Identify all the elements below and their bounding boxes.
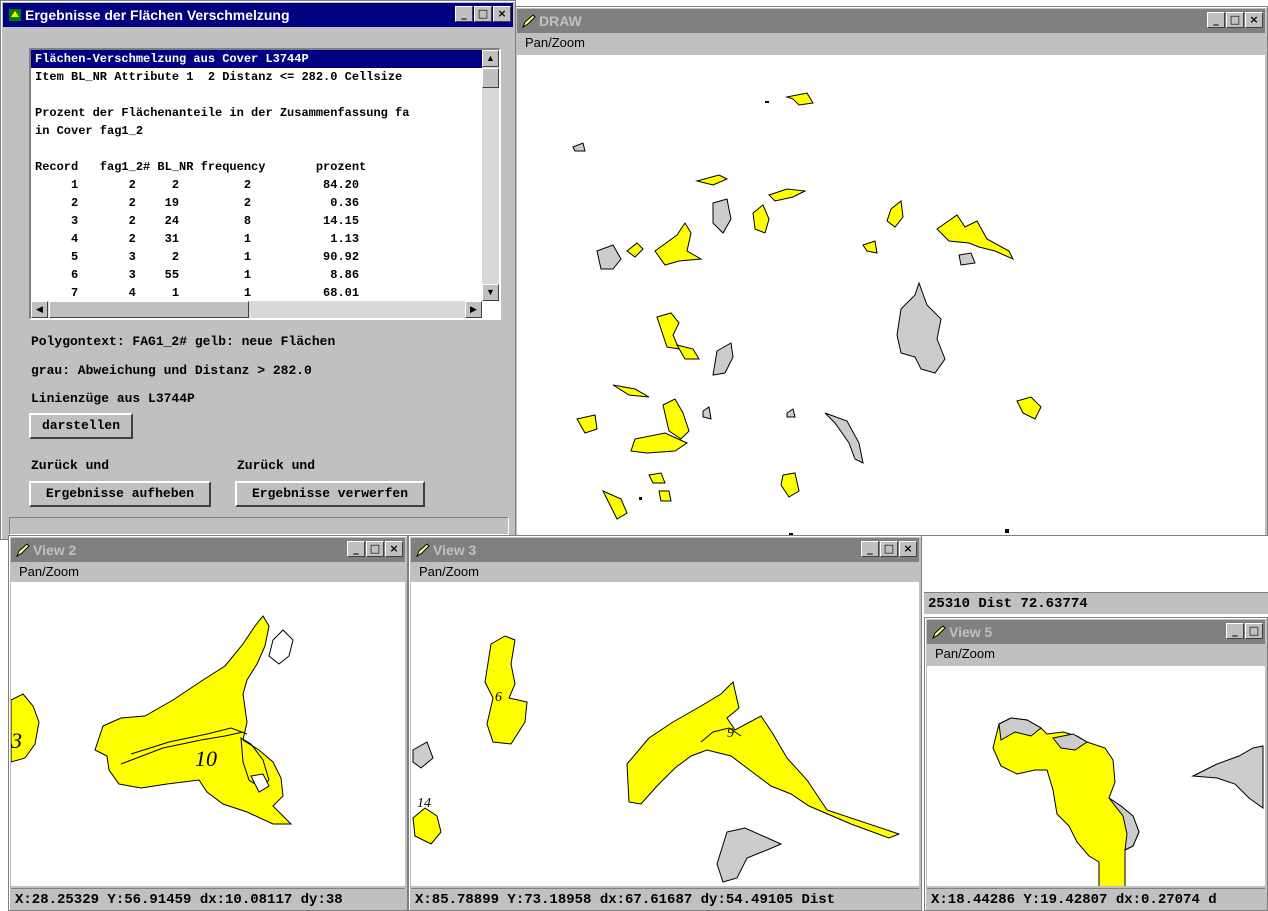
- pan-zoom-menu[interactable]: Pan/Zoom: [419, 564, 479, 579]
- view2-label-b: 10: [195, 746, 217, 771]
- draw-canvas[interactable]: [517, 55, 1265, 535]
- minimize-button[interactable]: _: [1226, 623, 1244, 639]
- view3-label-b: 9: [727, 726, 734, 741]
- view2-canvas[interactable]: 3 10: [11, 582, 405, 886]
- list-line[interactable]: Item BL_NR Attribute 1 2 Distanz <= 282.…: [31, 68, 499, 86]
- scroll-up-button[interactable]: ▲: [482, 50, 499, 67]
- minimize-button[interactable]: _: [1207, 12, 1225, 28]
- list-line[interactable]: Flächen-Verschmelzung aus Cover L3744P: [31, 50, 499, 68]
- view2-menubar: Pan/Zoom: [11, 562, 405, 582]
- view3-canvas[interactable]: 6 9 14: [411, 582, 919, 886]
- view3-statusbar: X:85.78899 Y:73.18958 dx:67.61687 dy:54.…: [411, 888, 919, 910]
- list-line[interactable]: in Cover fag1_2: [31, 122, 499, 140]
- view3-menubar: Pan/Zoom: [411, 562, 919, 582]
- maximize-button[interactable]: □: [880, 541, 898, 557]
- view3-map: [412, 635, 901, 883]
- view2-label-a: 3: [11, 728, 22, 753]
- list-lines: Flächen-Verschmelzung aus Cover L3744P It…: [31, 50, 499, 318]
- pencil-icon: [15, 543, 30, 558]
- list-line[interactable]: 6 3 55 1 8.86: [31, 266, 499, 284]
- close-button[interactable]: ×: [1245, 12, 1263, 28]
- verwerfen-button[interactable]: Ergebnisse verwerfen: [235, 481, 425, 507]
- view5-statusbar: X:18.44286 Y:19.42807 dx:0.27074 d: [927, 888, 1265, 910]
- grau-label: grau: Abweichung und Distanz > 282.0: [31, 363, 312, 378]
- pan-zoom-menu[interactable]: Pan/Zoom: [19, 564, 79, 579]
- polygontext-label: Polygontext: FAG1_2# gelb: neue Flächen: [31, 334, 336, 349]
- view3-titlebar[interactable]: View 3 _ □ ×: [411, 538, 919, 562]
- draw-titlebar[interactable]: DRAW _ □ ×: [517, 9, 1265, 33]
- zurueck-label-2: Zurück und: [237, 458, 316, 473]
- scroll-thumb[interactable]: [482, 68, 499, 88]
- aufheben-button[interactable]: Ergebnisse aufheben: [29, 481, 211, 507]
- draw-menubar: Pan/Zoom: [517, 33, 1265, 53]
- results-listbox[interactable]: Flächen-Verschmelzung aus Cover L3744P It…: [29, 48, 501, 320]
- view2-titlebar[interactable]: View 2 _ □ ×: [11, 538, 405, 562]
- list-line[interactable]: Prozent der Flächenanteile in der Zusamm…: [31, 104, 499, 122]
- results-window: Ergebnisse der Flächen Verschmelzung _ □…: [0, 0, 516, 540]
- results-title: Ergebnisse der Flächen Verschmelzung: [25, 7, 290, 23]
- close-button[interactable]: ×: [493, 6, 511, 22]
- hscroll-thumb[interactable]: [49, 301, 249, 318]
- list-line[interactable]: Record fag1_2# BL_NR frequency prozent: [31, 158, 499, 176]
- close-button[interactable]: ×: [385, 541, 403, 557]
- list-line[interactable]: 3 2 24 8 14.15: [31, 212, 499, 230]
- maximize-button[interactable]: □: [1245, 623, 1263, 639]
- view2-window: View 2 _ □ × Pan/Zoom 3 10 X:28.25329 Y:…: [8, 535, 408, 911]
- list-line[interactable]: 5 3 2 1 90.92: [31, 248, 499, 266]
- pan-zoom-menu[interactable]: Pan/Zoom: [935, 646, 995, 661]
- scroll-down-button[interactable]: ▼: [482, 284, 499, 301]
- view2-title: View 2: [33, 542, 77, 558]
- horizontal-scrollbar[interactable]: ◀ ▶: [31, 301, 482, 318]
- maximize-button[interactable]: □: [474, 6, 492, 22]
- pan-zoom-menu[interactable]: Pan/Zoom: [525, 35, 585, 50]
- view3-label-a: 6: [495, 690, 502, 705]
- view2-map: [11, 615, 294, 825]
- close-button[interactable]: ×: [899, 541, 917, 557]
- view5-menubar: Pan/Zoom: [927, 644, 1265, 664]
- linienzuege-label: Linienzüge aus L3744P: [31, 391, 195, 406]
- list-line[interactable]: 2 2 19 2 0.36: [31, 194, 499, 212]
- view5-canvas[interactable]: [927, 666, 1265, 886]
- pencil-icon: [521, 14, 536, 29]
- list-line[interactable]: [31, 86, 499, 104]
- view3-title: View 3: [433, 542, 477, 558]
- maximize-button[interactable]: □: [366, 541, 384, 557]
- scroll-left-button[interactable]: ◀: [31, 301, 48, 318]
- view4-statusbar: 25310 Dist 72.63774: [924, 592, 1268, 614]
- view3-window: View 3 _ □ × Pan/Zoom 6 9 14 X:85.78899 …: [408, 535, 922, 911]
- zurueck-label-1: Zurück und: [31, 458, 110, 473]
- scroll-right-button[interactable]: ▶: [465, 301, 482, 318]
- app-icon: [9, 9, 21, 21]
- vertical-scrollbar[interactable]: ▲ ▼: [482, 50, 499, 301]
- view5-map: [992, 717, 1264, 886]
- maximize-button[interactable]: □: [1226, 12, 1244, 28]
- view3-label-c: 14: [417, 796, 431, 811]
- pencil-icon: [415, 543, 430, 558]
- pencil-icon: [931, 625, 946, 640]
- list-line[interactable]: 4 2 31 1 1.13: [31, 230, 499, 248]
- status-bar: [9, 517, 509, 535]
- draw-title: DRAW: [539, 13, 582, 29]
- list-line[interactable]: 1 2 2 2 84.20: [31, 176, 499, 194]
- list-line[interactable]: 7 4 1 1 68.01: [31, 284, 499, 302]
- draw-map: [572, 92, 1042, 535]
- view5-titlebar[interactable]: View 5 _ □: [927, 620, 1265, 644]
- draw-window: DRAW _ □ × Pan/Zoom: [514, 6, 1268, 536]
- minimize-button[interactable]: _: [455, 6, 473, 22]
- view5-window: View 5 _ □ Pan/Zoom X:18.44286 Y:19.4280…: [924, 617, 1268, 911]
- darstellen-button[interactable]: darstellen: [29, 413, 133, 439]
- view2-statusbar: X:28.25329 Y:56.91459 dx:10.08117 dy:38: [11, 888, 405, 910]
- minimize-button[interactable]: _: [861, 541, 879, 557]
- results-titlebar[interactable]: Ergebnisse der Flächen Verschmelzung _ □…: [3, 3, 513, 27]
- minimize-button[interactable]: _: [347, 541, 365, 557]
- view5-title: View 5: [949, 624, 993, 640]
- list-line[interactable]: [31, 140, 499, 158]
